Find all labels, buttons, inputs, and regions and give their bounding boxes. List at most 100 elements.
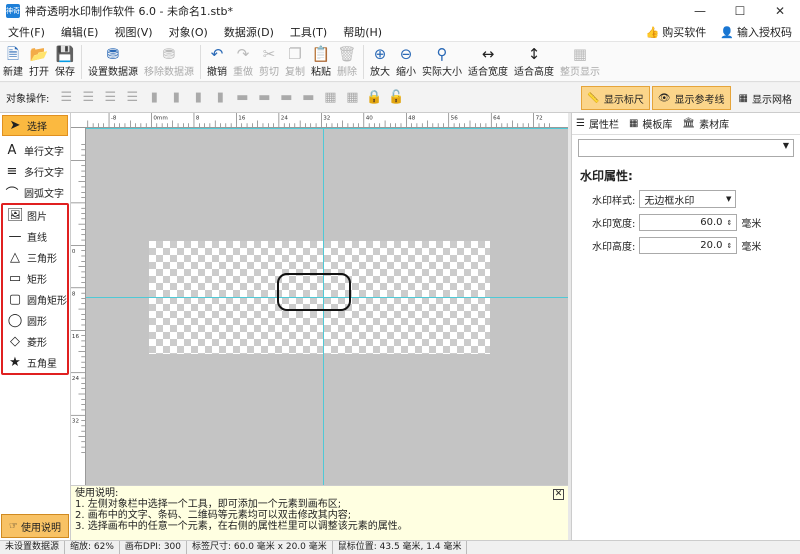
watermark-width-label: 水印宽度: xyxy=(592,219,636,230)
arc-text-tool[interactable]: ⌒ 圆弧文字 xyxy=(0,182,70,203)
menu-bar: 文件(F) 编辑(E) 视图(V) 对象(O) 数据源(D) 工具(T) 帮助(… xyxy=(0,22,800,42)
design-canvas[interactable] xyxy=(86,128,568,485)
shape-tools-group: 🖼 图片 — 直线 △ 三角形 ▭ 矩形 ▢ 圆角矩形 ◯ 圆形 ◇ 菱形 ★ 五角星 xyxy=(1,203,69,375)
undo-button[interactable]: ↶ 撤销 xyxy=(204,42,230,78)
layer-down-icon[interactable]: ☰ xyxy=(101,90,119,105)
watermark-width-stepper[interactable]: 60.0 ⇕ xyxy=(639,214,738,231)
full-page-icon: ▦ xyxy=(572,45,588,63)
minimize-button[interactable]: — xyxy=(680,0,720,22)
show-grid-toggle[interactable]: ▦ 显示网格 xyxy=(733,86,798,110)
diamond-icon: ◇ xyxy=(10,334,20,349)
new-button[interactable]: 🗎 新建 xyxy=(0,42,26,78)
tab-templates[interactable]: ▦ 模板库 xyxy=(629,116,672,131)
circle-icon: ◯ xyxy=(7,313,23,328)
cursor-icon: ➤ xyxy=(9,118,21,133)
ungroup-icon[interactable]: ▦ xyxy=(343,90,361,105)
redo-icon: ↷ xyxy=(236,45,250,63)
menu-object[interactable]: 对象(O) xyxy=(161,24,216,40)
redo-button[interactable]: ↷ 重做 xyxy=(230,42,256,78)
license-code-link[interactable]: 👤 输入授权码 xyxy=(720,24,792,40)
show-guides-toggle[interactable]: 👁 显示参考线 xyxy=(651,86,731,110)
fit-width-button[interactable]: ↔ 适合宽度 xyxy=(465,42,511,78)
fit-height-icon: ↕ xyxy=(527,45,541,63)
lock-icon[interactable]: 🔒 xyxy=(365,90,383,105)
image-tool[interactable]: 🖼 图片 xyxy=(3,205,67,226)
watermark-style-select[interactable]: 无边框水印 ▼ xyxy=(639,190,737,208)
tab-properties[interactable]: ☰ 属性栏 xyxy=(576,116,619,131)
toolbar-divider xyxy=(200,45,201,79)
menu-tools[interactable]: 工具(T) xyxy=(282,24,335,40)
circle-tool[interactable]: ◯ 圆形 xyxy=(3,310,67,331)
ruler-label: 48 xyxy=(408,116,416,122)
layer-up-icon[interactable]: ☰ xyxy=(79,90,97,105)
zoom-out-button[interactable]: ⊖ 缩小 xyxy=(393,42,419,78)
toolbar-divider xyxy=(81,45,82,79)
open-button[interactable]: 📂 打开 xyxy=(26,42,52,78)
layer-top-icon[interactable]: ☰ xyxy=(57,90,75,105)
select-tool[interactable]: ➤ 选择 xyxy=(2,115,68,136)
distribute-v-icon[interactable]: ▬ xyxy=(299,90,317,105)
ruler-label: 8 xyxy=(72,291,76,297)
object-select-dropdown[interactable]: ▼ xyxy=(578,139,794,157)
ruler-label: 72 xyxy=(536,116,543,122)
layer-bottom-icon[interactable]: ☰ xyxy=(123,90,141,105)
usage-help-button[interactable]: ☞ 使用说明 xyxy=(1,514,69,538)
triangle-tool[interactable]: △ 三角形 xyxy=(3,247,67,268)
stepper-arrows-icon[interactable]: ⇕ xyxy=(727,219,733,227)
align-center-icon[interactable]: ▮ xyxy=(167,90,185,105)
align-middle-icon[interactable]: ▬ xyxy=(255,90,273,105)
multi-line-text-tool[interactable]: ≡ 多行文字 xyxy=(0,161,70,182)
database-remove-icon: ⛃ xyxy=(162,45,176,63)
close-button[interactable]: ✕ xyxy=(760,0,800,22)
save-button[interactable]: 💾 保存 xyxy=(52,42,78,78)
paste-button[interactable]: 📋 粘贴 xyxy=(308,42,334,78)
rounded-rectangle-tool[interactable]: ▢ 圆角矩形 xyxy=(3,289,67,310)
hint-line: 3. 选择画布中的任意一个元素，在右侧的属性栏里可以调整该元素的属性。 xyxy=(75,521,408,532)
rectangle-tool[interactable]: ▭ 矩形 xyxy=(3,268,67,289)
watermark-height-stepper[interactable]: 20.0 ⇕ xyxy=(639,237,738,254)
delete-button[interactable]: 🗑 删除 xyxy=(334,42,360,78)
copy-button[interactable]: ❐ 复制 xyxy=(282,42,308,78)
hint-title: 使用说明: xyxy=(75,488,119,499)
ruler-label: 32 xyxy=(323,116,330,122)
fit-height-button[interactable]: ↕ 适合高度 xyxy=(511,42,557,78)
menu-datasource[interactable]: 数据源(D) xyxy=(216,24,282,40)
ruler-label: 64 xyxy=(493,116,501,122)
tab-materials[interactable]: 🏛 素材库 xyxy=(682,116,729,131)
library-icon: 🏛 xyxy=(682,118,696,129)
group-icon[interactable]: ▦ xyxy=(321,90,339,105)
ruler-label: 16 xyxy=(72,334,80,340)
new-file-icon: 🗎 xyxy=(6,45,20,63)
guide-line[interactable] xyxy=(86,128,568,129)
menu-file[interactable]: 文件(F) xyxy=(0,24,53,40)
menu-edit[interactable]: 编辑(E) xyxy=(53,24,107,40)
actual-size-button[interactable]: ⚲ 实际大小 xyxy=(419,42,465,78)
menu-help[interactable]: 帮助(H) xyxy=(335,24,390,40)
main-toolbar: 🗎 新建 📂 打开 💾 保存 ⛃ 设置数据源 ⛃ 移除数据源 ↶ 撤销 ↷ 重做 ✂ 剪切 ❐ 复… xyxy=(0,42,800,82)
cut-button[interactable]: ✂ 剪切 xyxy=(256,42,282,78)
show-ruler-toggle[interactable]: 📏 显示标尺 xyxy=(581,86,650,110)
align-bottom-icon[interactable]: ▬ xyxy=(277,90,295,105)
unlock-icon[interactable]: 🔓 xyxy=(387,90,405,105)
close-icon[interactable]: ✕ xyxy=(553,489,564,500)
rounded-rectangle-shape[interactable] xyxy=(277,273,351,311)
align-left-icon[interactable]: ▮ xyxy=(145,90,163,105)
star-icon: ★ xyxy=(9,355,21,370)
single-line-text-tool[interactable]: A 单行文字 xyxy=(0,140,70,161)
remove-datasource-button[interactable]: ⛃ 移除数据源 xyxy=(141,42,197,78)
diamond-tool[interactable]: ◇ 菱形 xyxy=(3,331,67,352)
full-page-button[interactable]: ▦ 整页显示 xyxy=(557,42,603,78)
align-top-icon[interactable]: ▬ xyxy=(233,90,251,105)
line-tool[interactable]: — 直线 xyxy=(3,226,67,247)
zoom-in-icon: ⊕ xyxy=(373,45,387,63)
distribute-h-icon[interactable]: ▮ xyxy=(211,90,229,105)
zoom-in-button[interactable]: ⊕ 放大 xyxy=(367,42,393,78)
menu-view[interactable]: 视图(V) xyxy=(106,24,160,40)
align-right-icon[interactable]: ▮ xyxy=(189,90,207,105)
stepper-arrows-icon[interactable]: ⇕ xyxy=(727,242,733,250)
maximize-button[interactable]: ☐ xyxy=(720,0,760,22)
star-tool[interactable]: ★ 五角星 xyxy=(3,352,67,373)
buy-software-link[interactable]: 👍 购买软件 xyxy=(646,24,707,40)
height-unit-label: 毫米 xyxy=(741,242,762,253)
set-datasource-button[interactable]: ⛃ 设置数据源 xyxy=(85,42,141,78)
